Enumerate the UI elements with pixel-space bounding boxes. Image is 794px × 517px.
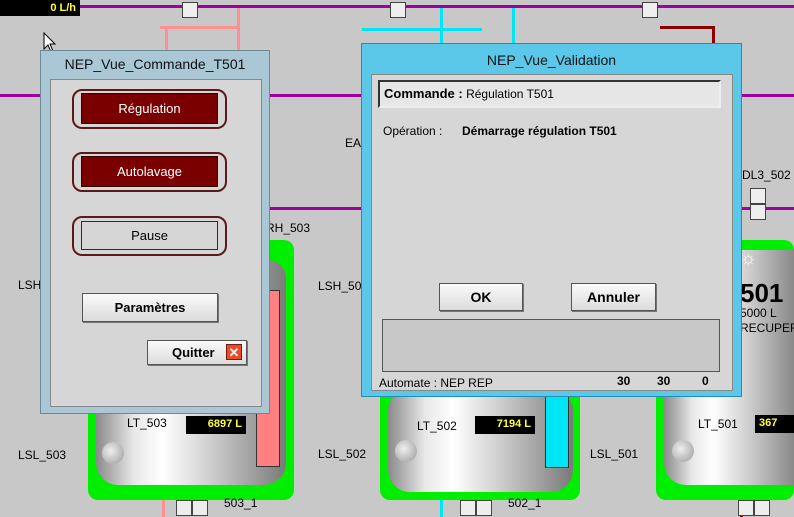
flow-display: 0 L/h [0, 0, 80, 16]
pipe-pink-bottom [162, 498, 165, 517]
ea-label: EA [345, 136, 362, 150]
lt-502-label: LT_502 [417, 419, 457, 433]
operation-label: Opération : [383, 124, 443, 138]
parametres-button[interactable]: Paramètres [82, 293, 218, 322]
operation-value: Démarrage régulation T501 [462, 124, 617, 138]
lsl-502-label: LSL_502 [318, 447, 367, 461]
valve-icon[interactable] [476, 500, 492, 516]
sensor-icon [102, 442, 124, 464]
sensor-icon [395, 440, 417, 462]
counter-2: 30 [657, 374, 671, 388]
counter-3: 0 [702, 374, 709, 388]
lt-503-value: 6897 L [186, 416, 246, 434]
lt-503-label: LT_503 [127, 416, 167, 430]
commande-window: NEP_Vue_Commande_T501 Régulation Autolav… [40, 50, 270, 414]
lsl-503-label: LSL_503 [18, 448, 67, 462]
pipe-pink-v [165, 26, 168, 50]
lt-501-label: LT_501 [698, 417, 738, 431]
lsh-left-label: LSH [18, 278, 42, 292]
pipe-cyan-v1 [440, 8, 443, 43]
commande-window-title: NEP_Vue_Commande_T501 [64, 56, 246, 72]
valve-icon[interactable] [460, 500, 476, 516]
lsh-mid-label: LSH_50 [318, 279, 362, 293]
valve-icon[interactable] [738, 500, 754, 516]
autolavage-button[interactable]: Autolavage [81, 156, 218, 187]
regulation-button[interactable]: Régulation [81, 93, 218, 124]
validation-window-title: NEP_Vue_Validation [486, 52, 617, 68]
commande-label: Commande : [384, 86, 463, 101]
tank-502-level-bar [545, 396, 569, 468]
valve-icon[interactable] [182, 2, 198, 18]
sensor-icon [672, 440, 694, 462]
commande-value: Régulation T501 [466, 87, 554, 101]
lt-501-value: 367 [755, 415, 794, 433]
lsl-501-label: LSL_501 [590, 447, 639, 461]
pipe-darkred-h [660, 26, 715, 29]
valve-icon[interactable] [750, 204, 766, 220]
quitter-button[interactable]: Quitter ✕ [147, 340, 247, 365]
close-icon: ✕ [226, 344, 242, 360]
annuler-button[interactable]: Annuler [571, 283, 656, 311]
valve-icon[interactable] [754, 500, 770, 516]
rh-label: RH_503 [266, 221, 311, 235]
ok-button[interactable]: OK [439, 283, 523, 311]
valve-icon[interactable] [176, 500, 192, 516]
counter-1: 30 [617, 374, 631, 388]
message-area [382, 319, 720, 372]
tank-501-capacity: 5000 L [740, 306, 777, 320]
tank-501-title: 501 [740, 278, 784, 308]
quitter-label: Quitter [172, 345, 215, 360]
pipe-pink-h [160, 26, 240, 29]
lamp-icon: ☼ [740, 248, 757, 268]
valve-icon[interactable] [192, 500, 208, 516]
outlet-502-label: 502_1 [508, 496, 542, 510]
lt-502-value: 7194 L [475, 416, 535, 434]
pause-button[interactable]: Pause [81, 221, 218, 250]
commande-field: Commande : Régulation T501 [378, 80, 721, 108]
validation-window: NEP_Vue_Validation Commande : Régulation… [361, 43, 742, 397]
dl-label: DL3_502 [742, 168, 791, 182]
tank-501-name: RECUPER [740, 321, 794, 335]
outlet-503-label: 503_1 [224, 496, 258, 510]
valve-icon[interactable] [390, 2, 406, 18]
valve-icon[interactable] [642, 2, 658, 18]
pipe-cyan-v2 [512, 8, 515, 43]
pipe-cyan-h [362, 28, 482, 31]
automate-label: Automate : NEP REP [379, 376, 493, 390]
valve-icon[interactable] [750, 188, 766, 204]
pipe-pink-v2 [237, 8, 240, 50]
